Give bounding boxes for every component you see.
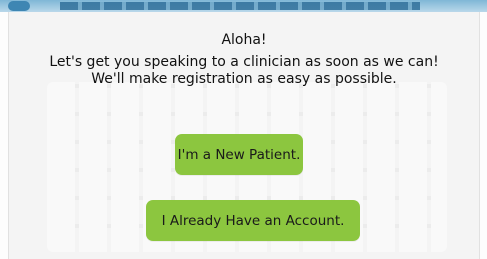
greeting-heading: Aloha! xyxy=(221,32,267,48)
header-strip xyxy=(0,0,487,12)
registration-screen: Aloha! Let's get you speaking to a clini… xyxy=(0,0,487,259)
welcome-message-line-1: Let's get you speaking to a clinician as… xyxy=(49,54,439,70)
welcome-card: Aloha! Let's get you speaking to a clini… xyxy=(8,12,480,259)
existing-account-button[interactable]: I Already Have an Account. xyxy=(146,200,360,241)
new-patient-button[interactable]: I'm a New Patient. xyxy=(175,134,303,175)
welcome-message-line-2: We'll make registration as easy as possi… xyxy=(91,71,397,87)
welcome-message: Let's get you speaking to a clinician as… xyxy=(9,54,479,88)
header-decoration xyxy=(60,2,420,10)
logo xyxy=(8,1,30,11)
